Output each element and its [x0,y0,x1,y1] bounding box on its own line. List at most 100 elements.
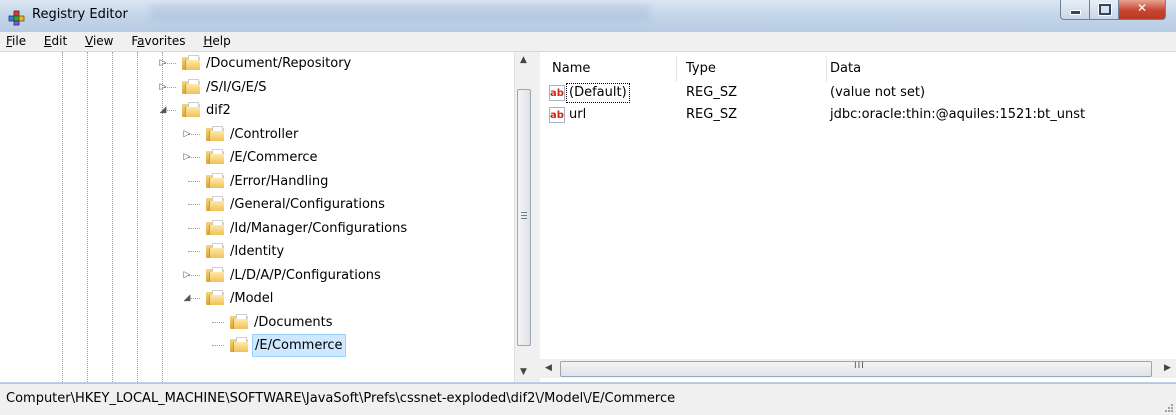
folder-icon [206,290,224,305]
menu-help-label: elp [212,34,231,48]
maximize-icon [1098,3,1112,16]
tree-node-label: /L/D/A/P/Configurations [230,267,381,283]
close-button[interactable]: ✕ [1119,0,1166,20]
scroll-left-arrow-icon[interactable]: ◀ [540,359,557,378]
folder-icon [182,78,200,94]
expanded-arrow-icon[interactable]: ◢ [158,105,168,115]
value-name: (Default) [566,83,630,103]
list-scroll-thumb[interactable]: III [560,361,1152,377]
collapsed-arrow-icon[interactable]: ▷ [158,58,168,68]
tree-node-label: /E/Commerce [230,150,318,165]
tree-scroll-thumb[interactable] [517,89,531,346]
tree-node-label: /Identity [230,244,285,259]
menu-edit-accel: E [43,34,52,48]
value-type: REG_SZ [686,107,737,122]
column-header-data[interactable]: Data [830,56,1170,82]
value-type: REG_SZ [686,85,737,100]
tree-node[interactable]: ◢ dif2 [0,99,512,122]
tree-node[interactable]: /Documents [0,311,512,334]
scroll-right-arrow-icon[interactable]: ▶ [1159,359,1176,378]
folder-icon [230,313,248,329]
menu-help[interactable]: Help [196,32,237,51]
string-value-icon-text: ab [550,88,564,99]
folder-icon [230,337,248,352]
menu-view-label: iew [92,34,114,48]
list-header: Name Type Data [540,56,1176,82]
string-value-icon: ab [549,107,565,123]
registry-editor-icon [8,10,25,26]
folder-icon [182,55,200,70]
title-bar[interactable]: Registry Editor ✕ [0,0,1176,32]
column-header-type[interactable]: Type [686,56,827,82]
minimize-button[interactable] [1060,0,1090,20]
tree-node[interactable]: ▷ /S/I/G/E/S [0,76,512,99]
collapsed-arrow-icon[interactable]: ▷ [182,129,192,139]
tree-node-label: /Error/Handling [230,173,329,189]
client-area: ▷ /Document/Repository ▷ /S/I/G/E/S ◢ dif2 ▷ /C… [0,52,1176,382]
menu-edit-label: dit [51,34,68,48]
value-data: (value not set) [830,85,926,100]
folder-icon [206,243,224,258]
collapsed-arrow-icon[interactable]: ▷ [182,270,192,280]
resize-grip-icon[interactable] [1164,403,1174,413]
key-tree[interactable]: ▷ /Document/Repository ▷ /S/I/G/E/S ◢ dif2 ▷ /C… [0,52,515,382]
menu-edit[interactable]: Edit [37,32,74,51]
menu-file-label: ile [12,34,27,48]
value-row[interactable]: ab url REG_SZ jdbc:oracle:thin:@aquiles:… [540,104,1176,126]
tree-node-label: /Controller [230,126,299,142]
titlebar-glass [150,4,650,22]
folder-icon [206,172,224,188]
tree-connector [212,345,224,346]
value-name: url [569,107,587,122]
tree-connector [188,251,200,252]
tree-connector [188,227,200,229]
tree-node[interactable]: ▷ /E/Commerce [0,146,512,169]
folder-icon [206,125,224,141]
scroll-down-arrow-icon[interactable]: ▼ [515,364,532,381]
menu-bar: File Edit View Favorites Help [0,32,1176,52]
folder-icon [206,149,224,164]
string-value-icon: ab [549,85,565,101]
expanded-arrow-icon[interactable]: ◢ [182,293,192,303]
menu-favorites[interactable]: Favorites [124,32,192,51]
scroll-grip-line [521,218,527,219]
tree-node[interactable]: /Identity [0,240,512,263]
tree-node-label: dif2 [206,103,231,118]
values-list[interactable]: Name Type Data ab (Default) REG_SZ (valu… [540,52,1176,382]
tree-node[interactable]: ▷ /Controller [0,123,512,146]
tree-node[interactable]: /E/Commerce [0,334,512,357]
tree-node-label: /Id/Manager/Configurations [230,220,408,236]
maximize-button[interactable] [1090,0,1119,20]
window-title: Registry Editor [32,7,128,22]
folder-icon [206,196,224,211]
close-icon: ✕ [1136,1,1148,15]
minimize-icon [1070,10,1081,15]
scroll-grip: III [854,361,865,371]
collapsed-arrow-icon[interactable]: ▷ [182,152,192,162]
tree-node[interactable]: ▷ /L/D/A/P/Configurations [0,264,512,287]
tree-node-label: /S/I/G/E/S [206,79,267,95]
list-horizontal-scrollbar[interactable]: ◀ III ▶ [540,359,1176,378]
tree-node[interactable]: ▷ /Document/Repository [0,52,512,75]
tree-connector [188,180,200,182]
pane-splitter[interactable] [532,52,540,382]
tree-node-label: /Model [230,291,274,306]
menu-file[interactable]: File [0,32,33,51]
value-row[interactable]: ab (Default) REG_SZ (value not set) [540,82,1176,104]
registry-editor-window: Registry Editor ✕ File Edit View Favorit… [0,0,1176,415]
collapsed-arrow-icon[interactable]: ▷ [158,82,168,92]
folder-icon [182,102,200,117]
tree-node[interactable]: /Error/Handling [0,170,512,193]
column-header-name[interactable]: Name [552,56,677,82]
tree-node-label: /Documents [254,314,333,330]
tree-connector [188,204,200,205]
string-value-icon-text: ab [550,110,564,121]
menu-view[interactable]: View [78,32,120,51]
tree-node[interactable]: /General/Configurations [0,193,512,216]
value-data: jdbc:oracle:thin:@aquiles:1521:bt_unst [830,107,1086,122]
tree-node[interactable]: /Id/Manager/Configurations [0,217,512,240]
tree-node[interactable]: ◢ /Model [0,287,512,310]
tree-vertical-scrollbar[interactable]: ▲ ▼ [514,52,532,382]
status-key-path: Computer\HKEY_LOCAL_MACHINE\SOFTWARE\Jav… [6,391,676,406]
scroll-up-arrow-icon[interactable]: ▲ [515,52,532,69]
